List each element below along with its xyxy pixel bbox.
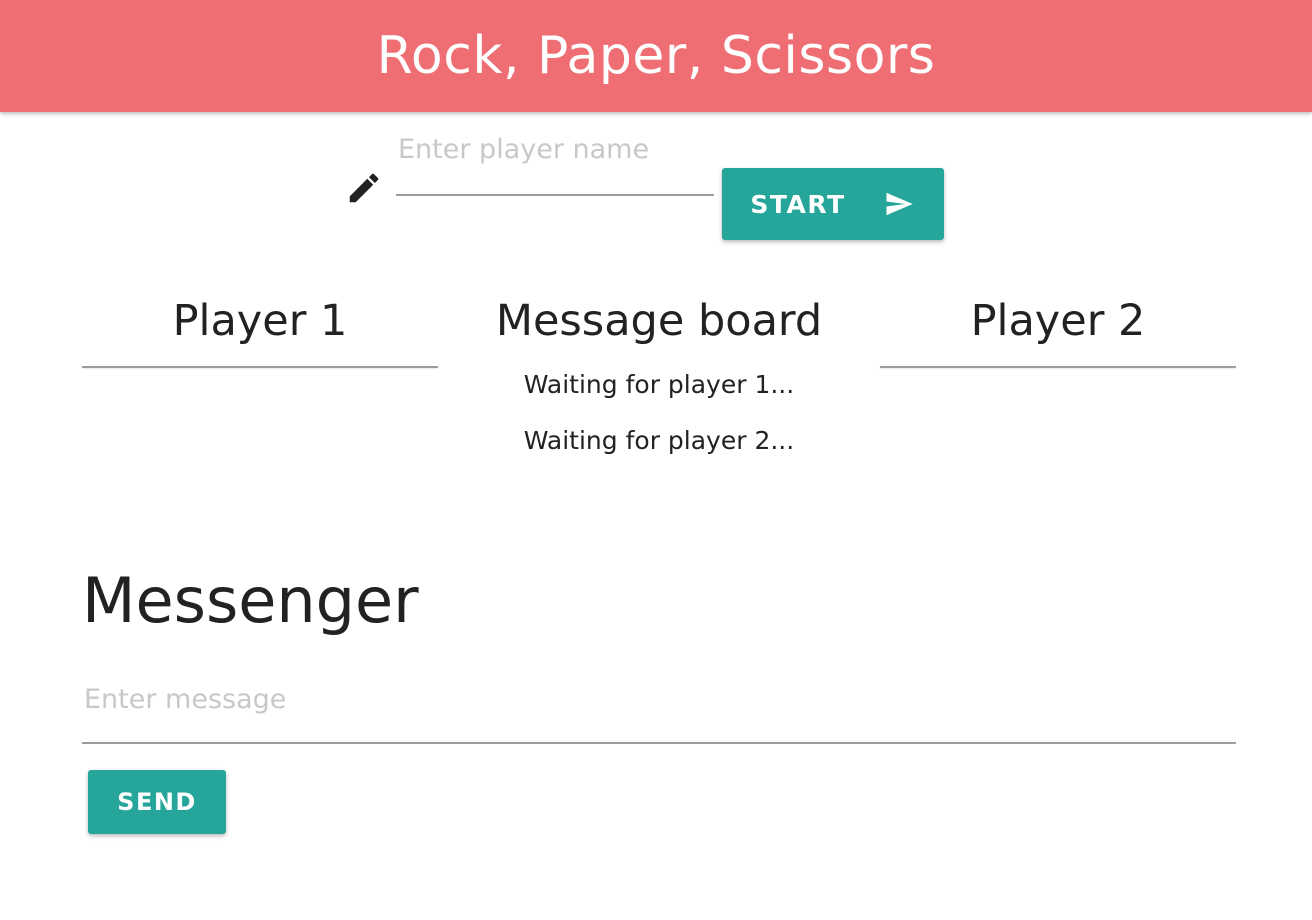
message-board-list: Waiting for player 1... Waiting for play…	[440, 366, 878, 478]
message-input[interactable]	[82, 676, 1236, 744]
message-board-heading: Message board	[495, 296, 823, 346]
send-button-label: SEND	[117, 788, 197, 816]
player1-heading: Player 1	[172, 296, 348, 346]
messenger-heading: Messenger	[82, 564, 419, 637]
pencil-icon	[345, 168, 383, 208]
player2-heading: Player 2	[970, 296, 1146, 346]
player1-divider	[82, 366, 438, 368]
app-title: Rock, Paper, Scissors	[376, 26, 936, 86]
send-icon	[882, 189, 916, 219]
player2-divider	[880, 366, 1236, 368]
message-board-item: Waiting for player 1...	[523, 370, 795, 399]
start-button[interactable]: START	[722, 168, 944, 240]
app-header: Rock, Paper, Scissors	[0, 0, 1312, 112]
player-name-input[interactable]	[396, 130, 714, 196]
message-board-item: Waiting for player 2...	[523, 426, 795, 455]
send-button[interactable]: SEND	[88, 770, 226, 834]
start-button-label: START	[750, 189, 846, 219]
